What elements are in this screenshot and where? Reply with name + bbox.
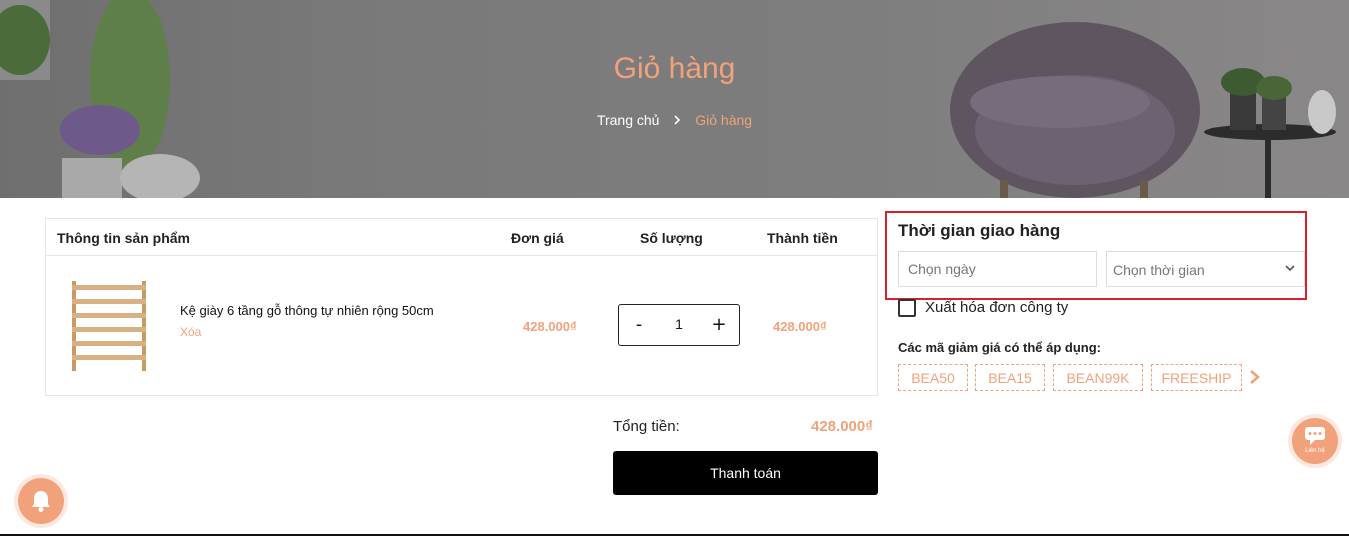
coupon-chip[interactable]: BEA50 [898, 364, 968, 391]
product-thumbnail[interactable] [68, 277, 150, 373]
quantity-stepper: - 1 + [618, 304, 740, 346]
chevron-down-icon [1285, 265, 1295, 272]
column-header-quantity: Số lượng [640, 230, 703, 246]
increase-quantity-button[interactable]: + [709, 314, 729, 335]
company-invoice-checkbox[interactable] [898, 299, 916, 317]
unit-price: 428.000₫ [523, 319, 577, 334]
cart-table-header: Thông tin sản phẩm Đơn giá Số lượng Thàn… [46, 219, 877, 256]
cart-table: Thông tin sản phẩm Đơn giá Số lượng Thàn… [45, 218, 878, 396]
armchair-image [950, 22, 1200, 198]
line-total: 428.000₫ [773, 319, 827, 334]
chevron-right-icon[interactable] [1248, 369, 1262, 385]
delivery-time-panel: Thời gian giao hàng Chọn thời gian [885, 211, 1307, 300]
contact-label: Liên hệ [1305, 448, 1325, 454]
breadcrumb-current: Giỏ hàng [695, 112, 753, 128]
remove-item-link[interactable]: Xóa [180, 325, 201, 339]
contact-button[interactable]: Liên hệ [1292, 418, 1338, 464]
cart-item-row: Kệ giày 6 tầng gỗ thông tự nhiên rộng 50… [46, 256, 877, 396]
column-header-product: Thông tin sản phẩm [57, 230, 190, 246]
total-value: 428.000₫ [811, 418, 873, 435]
coupons-title: Các mã giảm giá có thể áp dụng: [898, 340, 1101, 355]
checkout-button[interactable]: Thanh toán [613, 451, 878, 495]
chat-icon [1305, 427, 1325, 445]
delivery-time-select[interactable]: Chọn thời gian [1106, 251, 1305, 287]
quantity-value[interactable]: 1 [659, 316, 699, 332]
page-title: Giỏ hàng [613, 52, 736, 85]
delivery-date-input[interactable] [898, 251, 1097, 287]
delivery-time-title: Thời gian giao hàng [898, 221, 1061, 240]
coupon-chip[interactable]: BEA15 [975, 364, 1045, 391]
hero-banner: Giỏ hàng Trang chủ Giỏ hàng [0, 0, 1349, 198]
delivery-time-selected: Chọn thời gian [1113, 262, 1205, 278]
notification-button[interactable] [18, 478, 64, 524]
chevron-right-icon [673, 112, 681, 128]
coupon-chip[interactable]: BEAN99K [1053, 364, 1143, 391]
plant-decoration-image [0, 0, 200, 198]
decrease-quantity-button[interactable]: - [629, 314, 649, 335]
bell-icon [32, 491, 50, 512]
column-header-total: Thành tiền [767, 230, 838, 246]
breadcrumb: Trang chủ Giỏ hàng [0, 112, 1349, 128]
total-label: Tổng tiền: [613, 418, 680, 435]
column-header-price: Đơn giá [511, 230, 564, 246]
breadcrumb-home-link[interactable]: Trang chủ [597, 112, 660, 128]
coupon-chip[interactable]: FREESHIP [1151, 364, 1242, 391]
company-invoice-label: Xuất hóa đơn công ty [925, 299, 1069, 316]
product-name[interactable]: Kệ giày 6 tầng gỗ thông tự nhiên rộng 50… [180, 303, 434, 318]
